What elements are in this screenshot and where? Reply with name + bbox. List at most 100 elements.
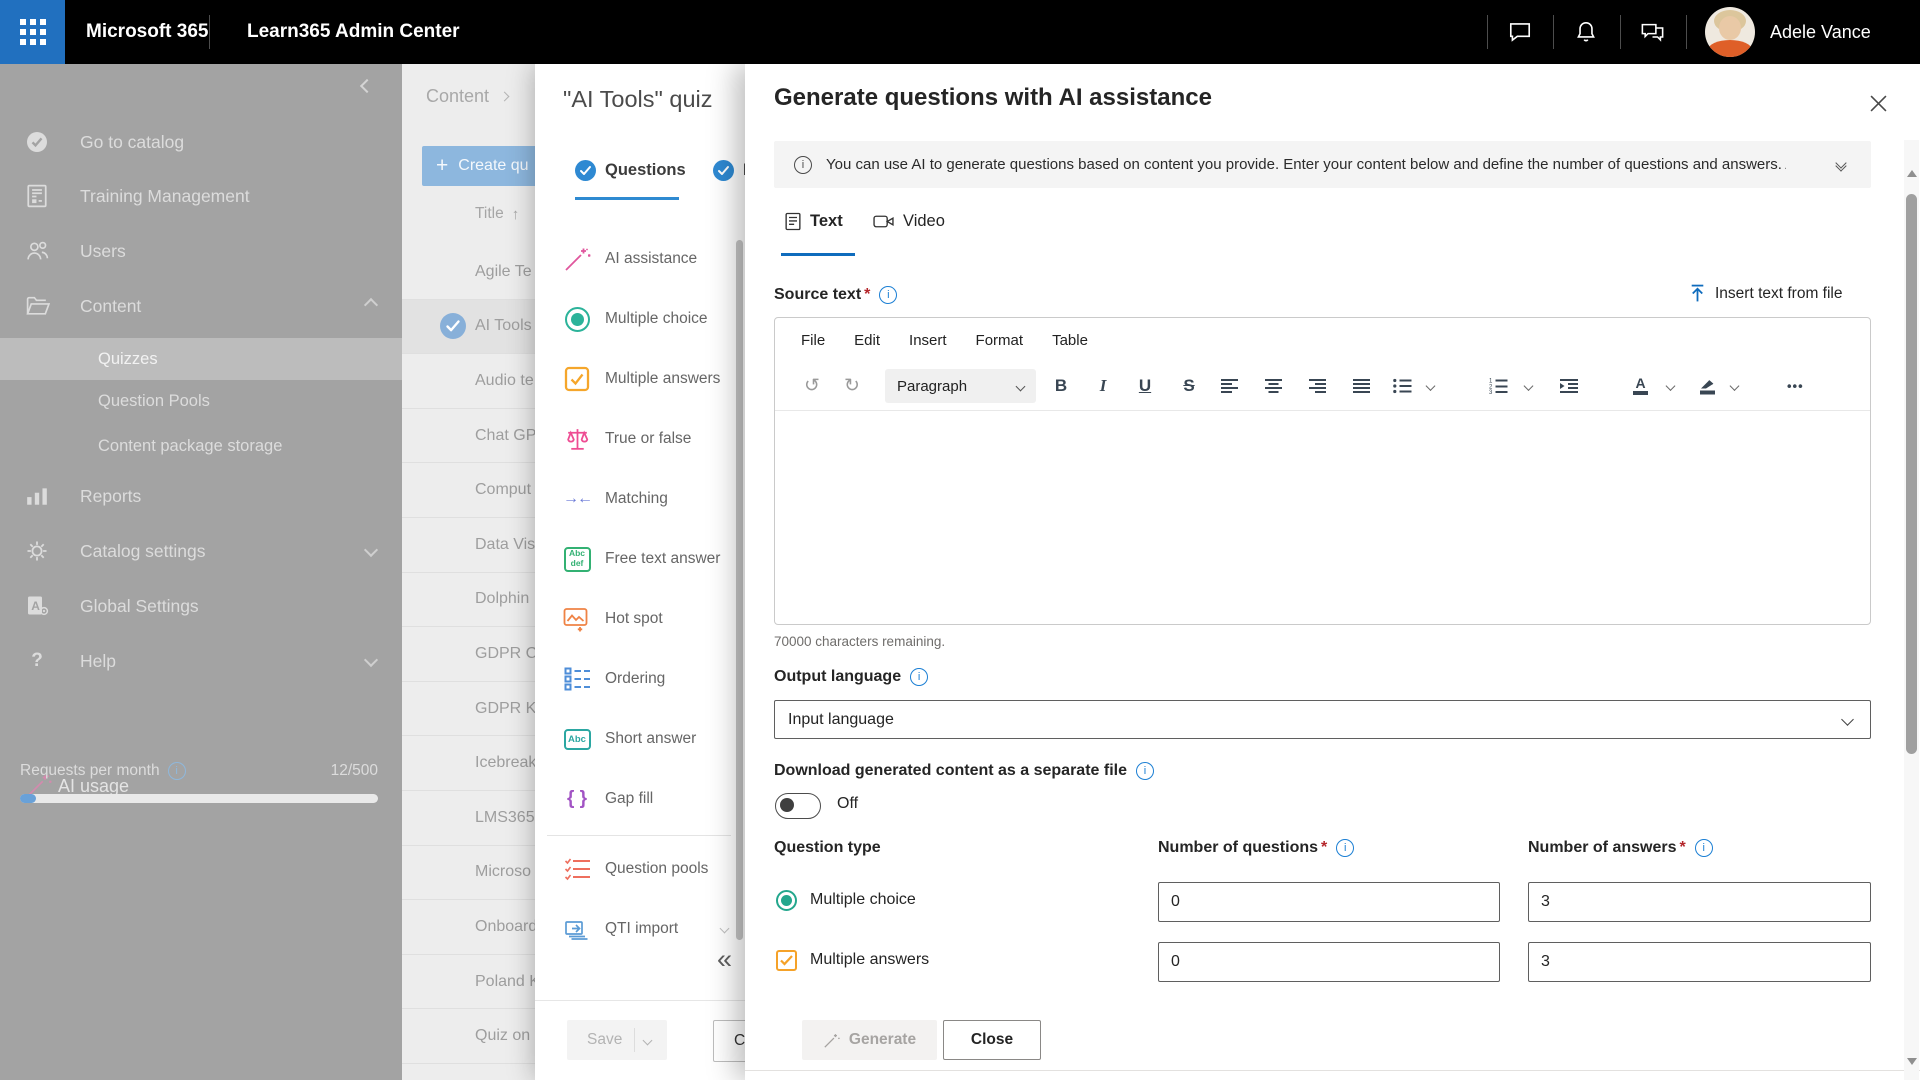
menu-format[interactable]: Format bbox=[976, 332, 1024, 349]
block-format-dropdown[interactable]: Paragraph bbox=[885, 369, 1036, 403]
scroll-down-chevron-icon[interactable] bbox=[719, 919, 730, 937]
output-language-select[interactable]: Input language bbox=[774, 700, 1871, 739]
info-icon[interactable]: i bbox=[167, 762, 186, 780]
scrollbar-up-arrow[interactable] bbox=[1907, 170, 1917, 177]
tab-video[interactable]: Video bbox=[873, 212, 945, 231]
indent-button[interactable] bbox=[1560, 379, 1579, 394]
download-toggle[interactable] bbox=[775, 793, 821, 819]
question-type-true-or-false[interactable]: True or false bbox=[535, 409, 745, 469]
strikethrough-button[interactable]: S bbox=[1175, 376, 1203, 396]
question-type-hot-spot[interactable]: Hot spot bbox=[535, 589, 745, 649]
info-icon[interactable]: i bbox=[1336, 839, 1355, 857]
tab-details[interactable]: D bbox=[713, 160, 745, 181]
text-color-dropdown[interactable] bbox=[1665, 381, 1676, 391]
italic-button[interactable]: I bbox=[1089, 376, 1117, 396]
sidebar-item-reports[interactable]: Reports bbox=[0, 474, 402, 518]
editor-content-area[interactable] bbox=[775, 411, 1870, 617]
question-type-matching[interactable]: →← Matching bbox=[535, 469, 745, 529]
numbered-list-button[interactable]: 123 bbox=[1489, 378, 1508, 394]
generate-button[interactable]: Generate bbox=[802, 1020, 937, 1060]
info-icon[interactable]: i bbox=[879, 286, 898, 304]
feedback-button[interactable] bbox=[1637, 17, 1667, 47]
info-icon[interactable]: i bbox=[1135, 762, 1154, 780]
question-type-free-text-answer[interactable]: Abc def Free text answer bbox=[535, 529, 745, 589]
cancel-button-clipped[interactable]: C bbox=[713, 1020, 745, 1062]
bullet-list-dropdown[interactable] bbox=[1425, 381, 1436, 391]
quiz-row[interactable]: GDPR Kr bbox=[402, 682, 535, 737]
sidebar-item-go-to-catalog[interactable]: Go to catalog bbox=[0, 120, 402, 164]
sidebar-item-training-management[interactable]: Training Management bbox=[0, 174, 402, 218]
quiz-row[interactable]: Poland K bbox=[402, 955, 535, 1010]
highlight-button[interactable] bbox=[1699, 378, 1715, 395]
bold-button[interactable]: B bbox=[1047, 376, 1075, 396]
sidebar-item-content-package-storage[interactable]: Content package storage bbox=[0, 424, 402, 468]
menu-file[interactable]: File bbox=[801, 332, 825, 349]
quiz-row[interactable]: Data Vis bbox=[402, 518, 535, 573]
title-column-header[interactable]: Title ↑ bbox=[475, 205, 519, 223]
question-type-multiple-answers[interactable]: Multiple answers bbox=[535, 349, 745, 409]
save-button[interactable]: Save bbox=[567, 1020, 667, 1060]
question-type-ordering[interactable]: Ordering bbox=[535, 649, 745, 709]
question-type-multiple-choice[interactable]: Multiple choice bbox=[535, 289, 745, 349]
more-toolbar-button[interactable]: ••• bbox=[1787, 379, 1804, 394]
close-panel-button[interactable] bbox=[1861, 86, 1895, 120]
info-icon[interactable]: i bbox=[1694, 839, 1713, 857]
multiple-answers-label[interactable]: Multiple answers bbox=[810, 951, 929, 969]
quiz-row-selected[interactable]: AI Tools bbox=[402, 299, 535, 355]
sidebar-collapse-button[interactable] bbox=[359, 78, 375, 96]
create-quiz-button[interactable]: + Create qu bbox=[422, 146, 535, 186]
menu-table[interactable]: Table bbox=[1052, 332, 1088, 349]
menu-edit[interactable]: Edit bbox=[854, 332, 880, 349]
multiple-choice-label[interactable]: Multiple choice bbox=[810, 891, 916, 909]
quiz-row[interactable]: Icebreak bbox=[402, 736, 535, 791]
question-type-ai-assistance[interactable]: AI assistance bbox=[535, 229, 745, 289]
sidebar-item-users[interactable]: Users bbox=[0, 229, 402, 273]
scrollbar-down-arrow[interactable] bbox=[1907, 1058, 1917, 1065]
user-name[interactable]: Adele Vance bbox=[1770, 0, 1871, 64]
multiple-answers-checkbox[interactable] bbox=[776, 950, 797, 971]
tab-text[interactable]: Text bbox=[785, 212, 843, 231]
align-left-button[interactable] bbox=[1221, 379, 1239, 394]
scrollbar-thumb[interactable] bbox=[1906, 194, 1917, 754]
quiz-row[interactable]: Dolphin bbox=[402, 573, 535, 628]
close-button[interactable]: Close bbox=[943, 1020, 1041, 1060]
expand-banner-button[interactable] bbox=[1835, 157, 1847, 172]
sidebar-item-help[interactable]: ? Help bbox=[0, 639, 402, 683]
insert-text-from-file-button[interactable]: Insert text from file bbox=[1689, 284, 1842, 303]
sidebar-item-content[interactable]: Content bbox=[0, 284, 402, 328]
quiz-row[interactable]: LMS365 bbox=[402, 791, 535, 846]
quiz-row[interactable]: Agile Te bbox=[402, 245, 535, 300]
align-center-button[interactable] bbox=[1265, 379, 1283, 394]
quiz-row[interactable]: GDPR Co bbox=[402, 627, 535, 682]
multiple-choice-radio[interactable] bbox=[776, 890, 797, 911]
quiz-row[interactable]: Chat GP bbox=[402, 409, 535, 464]
underline-button[interactable]: U bbox=[1131, 376, 1159, 396]
notifications-button[interactable] bbox=[1571, 17, 1601, 47]
tool-question-pools[interactable]: Question pools bbox=[535, 839, 745, 899]
breadcrumb[interactable]: Content bbox=[426, 86, 510, 107]
justify-button[interactable] bbox=[1353, 379, 1371, 394]
numbered-list-dropdown[interactable] bbox=[1523, 381, 1534, 391]
sidebar-item-quizzes[interactable]: Quizzes bbox=[0, 338, 402, 380]
bullet-list-button[interactable] bbox=[1393, 378, 1412, 394]
app-launcher-button[interactable] bbox=[0, 0, 65, 64]
quiz-row[interactable]: Onboard bbox=[402, 900, 535, 955]
redo-button[interactable]: ↻ bbox=[837, 375, 867, 398]
question-type-short-answer[interactable]: Abc Short answer bbox=[535, 709, 745, 769]
user-avatar[interactable] bbox=[1705, 7, 1755, 57]
panel-scrollbar-thumb[interactable] bbox=[736, 240, 743, 940]
chevron-down-icon[interactable] bbox=[642, 1031, 653, 1049]
tool-qti-import[interactable]: QTI import bbox=[535, 899, 745, 959]
ma-num-questions-input[interactable] bbox=[1158, 942, 1500, 982]
quiz-row[interactable]: Comput bbox=[402, 463, 535, 518]
chat-button[interactable] bbox=[1505, 17, 1535, 47]
breadcrumb-content[interactable]: Content bbox=[426, 86, 489, 107]
ma-num-answers-input[interactable] bbox=[1528, 942, 1871, 982]
quiz-row[interactable]: Quiz on bbox=[402, 1009, 535, 1064]
quiz-row[interactable]: Audio te bbox=[402, 354, 535, 409]
align-right-button[interactable] bbox=[1309, 379, 1327, 394]
tab-questions[interactable]: Questions bbox=[575, 160, 686, 181]
sidebar-item-question-pools[interactable]: Question Pools bbox=[0, 379, 402, 423]
mc-num-answers-input[interactable] bbox=[1528, 882, 1871, 922]
question-type-gap-fill[interactable]: { } Gap fill bbox=[535, 769, 745, 829]
